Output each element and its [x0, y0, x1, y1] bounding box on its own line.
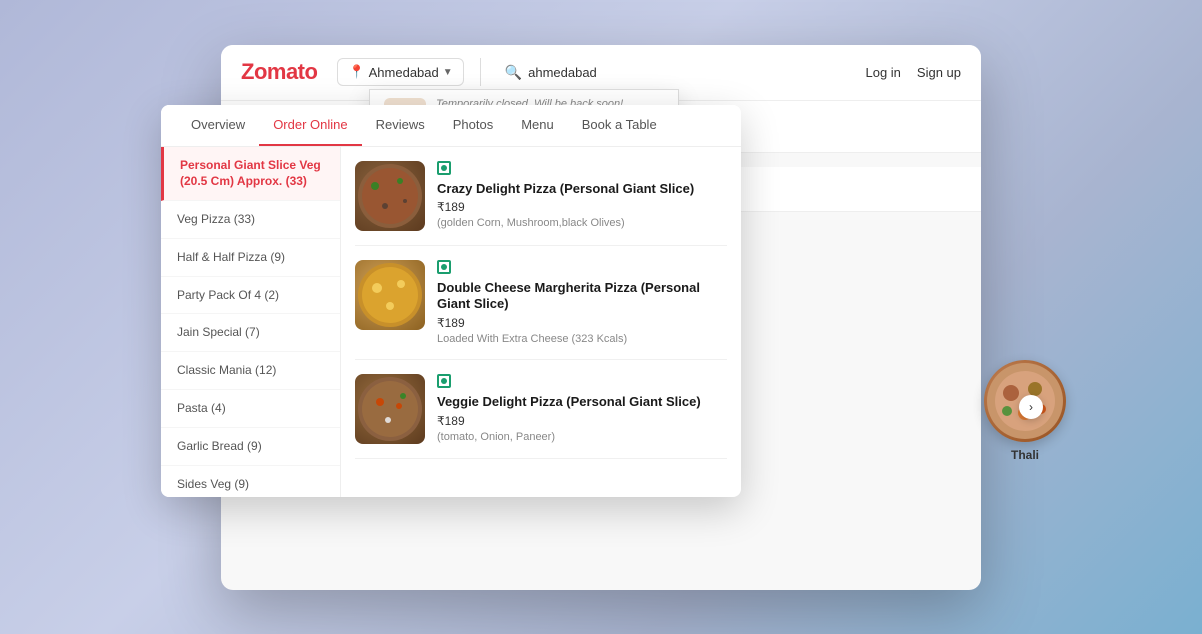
sidebar-item-garlic-bread[interactable]: Garlic Bread (9): [161, 428, 340, 466]
restaurant-modal: Overview Order Online Reviews Photos Men…: [161, 105, 741, 497]
modal-nav: Overview Order Online Reviews Photos Men…: [161, 105, 741, 147]
double-cheese-info: Double Cheese Margherita Pizza (Personal…: [437, 260, 727, 346]
nav-divider: [480, 58, 481, 86]
double-cheese-desc: Loaded With Extra Cheese (323 Kcals): [437, 333, 727, 345]
veg-icon-veggie-delight: [437, 374, 451, 388]
veggie-delight-name: Veggie Delight Pizza (Personal Giant Sli…: [437, 394, 727, 411]
main-window: Zomato 📍 Ahmedabad ▼ 🔍 Log in Sign up 🏠 …: [221, 45, 981, 590]
modal-body: Personal Giant Slice Veg (20.5 Cm) Appro…: [161, 147, 741, 497]
login-button[interactable]: Log in: [865, 65, 900, 80]
veg-icon-crazy-delight: [437, 161, 451, 175]
carousel-next-button[interactable]: ›: [1019, 395, 1043, 419]
modal-tab-overview[interactable]: Overview: [177, 105, 259, 146]
modal-tab-order-online[interactable]: Order Online: [259, 105, 361, 146]
modal-tab-menu[interactable]: Menu: [507, 105, 568, 146]
sidebar-item-sides-veg[interactable]: Sides Veg (9): [161, 466, 340, 497]
crazy-delight-thumb: [355, 161, 425, 231]
modal-sidebar: Personal Giant Slice Veg (20.5 Cm) Appro…: [161, 147, 341, 497]
sidebar-item-party-pack[interactable]: Party Pack Of 4 (2): [161, 277, 340, 315]
location-selector[interactable]: 📍 Ahmedabad ▼: [337, 58, 463, 86]
crazy-delight-desc: (golden Corn, Mushroom,black Olives): [437, 217, 727, 229]
veggie-delight-price: ₹189: [437, 414, 727, 428]
crazy-delight-info: Crazy Delight Pizza (Personal Giant Slic…: [437, 161, 727, 230]
double-cheese-price: ₹189: [437, 316, 727, 330]
veggie-delight-info: Veggie Delight Pizza (Personal Giant Sli…: [437, 374, 727, 443]
location-text: Ahmedabad: [369, 65, 439, 80]
navbar: Zomato 📍 Ahmedabad ▼ 🔍 Log in Sign up 🏠 …: [221, 45, 981, 101]
crazy-delight-name: Crazy Delight Pizza (Personal Giant Slic…: [437, 181, 727, 198]
search-box: 🔍: [497, 59, 854, 86]
crazy-delight-price: ₹189: [437, 200, 727, 214]
modal-tab-reviews[interactable]: Reviews: [362, 105, 439, 146]
veg-icon-double-cheese: [437, 260, 451, 274]
sidebar-item-half-half[interactable]: Half & Half Pizza (9): [161, 239, 340, 277]
menu-item-veggie-delight: Veggie Delight Pizza (Personal Giant Sli…: [355, 360, 727, 459]
veggie-delight-desc: (tomato, Onion, Paneer): [437, 431, 727, 443]
signup-button[interactable]: Sign up: [917, 65, 961, 80]
sidebar-item-classic-mania[interactable]: Classic Mania (12): [161, 352, 340, 390]
modal-menu-content: Crazy Delight Pizza (Personal Giant Slic…: [341, 147, 741, 497]
modal-tab-book-table[interactable]: Book a Table: [568, 105, 671, 146]
double-cheese-thumb: [355, 260, 425, 330]
sidebar-item-pasta[interactable]: Pasta (4): [161, 390, 340, 428]
menu-item-crazy-delight: Crazy Delight Pizza (Personal Giant Slic…: [355, 147, 727, 246]
menu-item-double-cheese: Double Cheese Margherita Pizza (Personal…: [355, 246, 727, 361]
thali-label: Thali: [1011, 448, 1039, 462]
chevron-down-icon: ▼: [443, 67, 453, 78]
veggie-delight-thumb: [355, 374, 425, 444]
sidebar-item-jain-special[interactable]: Jain Special (7): [161, 314, 340, 352]
search-icon: 🔍: [505, 64, 522, 81]
sidebar-item-personal-giant-veg[interactable]: Personal Giant Slice Veg (20.5 Cm) Appro…: [161, 147, 340, 202]
search-input[interactable]: [528, 65, 845, 80]
modal-tab-photos[interactable]: Photos: [439, 105, 507, 146]
double-cheese-name: Double Cheese Margherita Pizza (Personal…: [437, 280, 727, 314]
location-pin-icon: 📍: [348, 64, 364, 80]
sidebar-item-veg-pizza[interactable]: Veg Pizza (33): [161, 201, 340, 239]
logo: Zomato: [241, 59, 317, 85]
nav-actions: Log in Sign up: [865, 65, 961, 80]
